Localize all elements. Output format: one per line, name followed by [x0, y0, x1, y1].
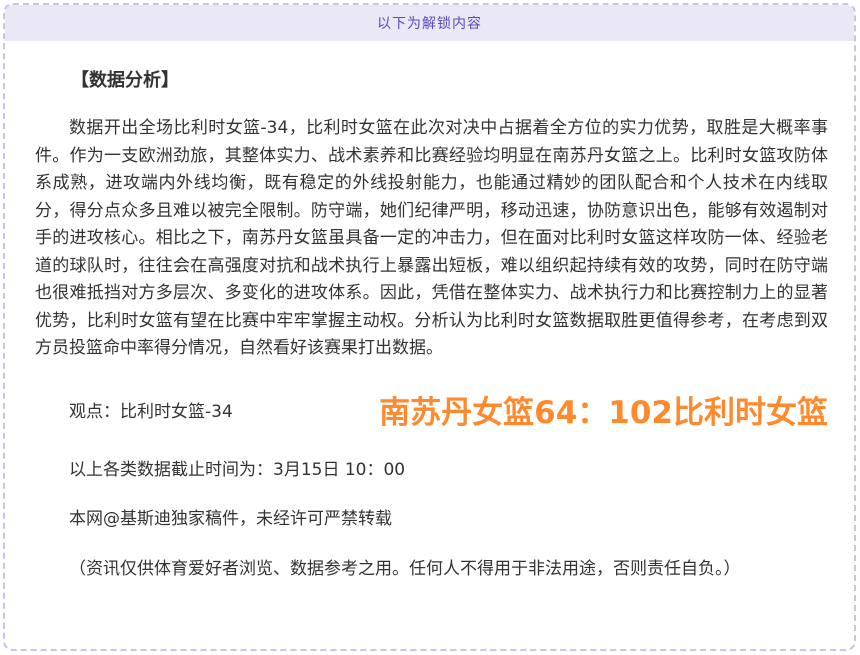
viewpoint-label: 观点：比利时女篮-34 [69, 399, 233, 427]
unlocked-banner-label: 以下为解锁内容 [377, 13, 482, 33]
article-body: 【数据分析】 数据开出全场比利时女篮-34，比利时女篮在此次对决中占据着全方位的… [5, 41, 854, 583]
viewpoint-row: 观点：比利时女篮-34 南苏丹女篮64：102比利时女篮 [35, 391, 828, 435]
disclaimer-note: （资讯仅供体育爱好者浏览、数据参考之用。任何人不得用于非法用途，否则责任自负。） [35, 556, 828, 584]
analysis-paragraph: 数据开出全场比利时女篮-34，比利时女篮在此次对决中占据着全方位的实力优势，取胜… [35, 115, 828, 363]
data-cutoff-note: 以上各类数据截止时间为：3月15日 10：00 [35, 457, 828, 485]
score-prediction: 南苏丹女篮64：102比利时女篮 [379, 391, 828, 435]
unlocked-content-frame: 以下为解锁内容 【数据分析】 数据开出全场比利时女篮-34，比利时女篮在此次对决… [3, 3, 856, 651]
page: 以下为解锁内容 【数据分析】 数据开出全场比利时女篮-34，比利时女篮在此次对决… [0, 0, 860, 655]
unlocked-banner: 以下为解锁内容 [5, 5, 854, 41]
source-note: 本网@基斯迪独家稿件，未经许可严禁转载 [35, 506, 828, 534]
section-heading: 【数据分析】 [35, 69, 828, 93]
